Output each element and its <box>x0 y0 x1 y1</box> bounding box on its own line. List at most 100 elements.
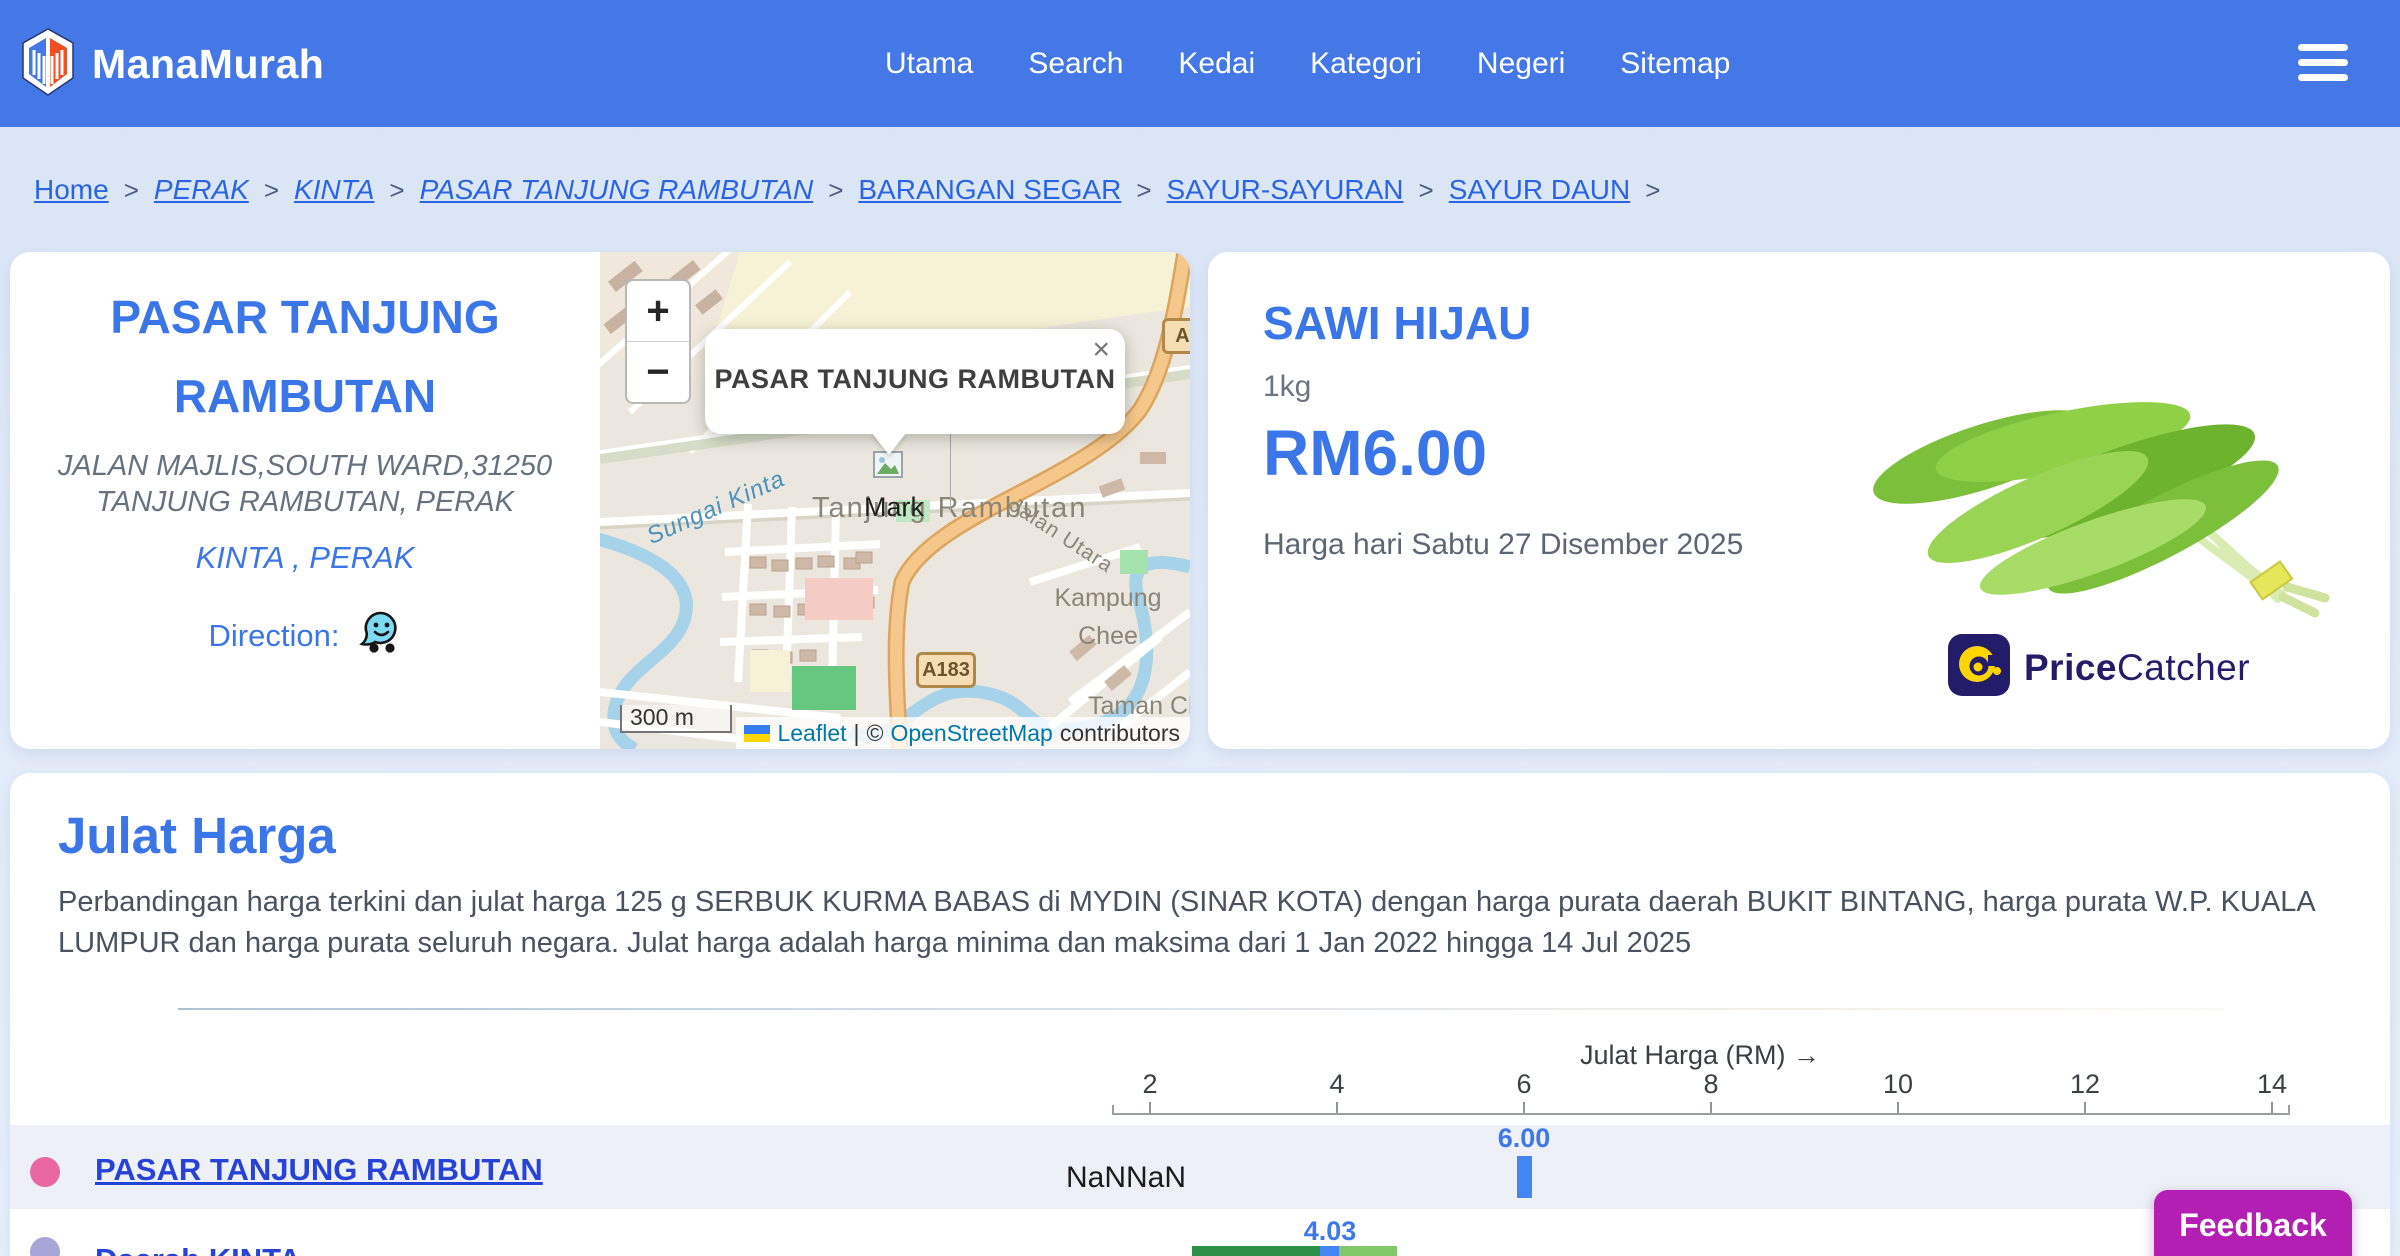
breadcrumb-home[interactable]: Home <box>34 174 109 206</box>
row1-value-label: 6.00 <box>1497 1123 1551 1153</box>
chart-axis-label: Julat Harga (RM) → <box>1579 1040 1821 1070</box>
copyright-symbol: © <box>866 719 884 746</box>
popup-close-icon[interactable]: × <box>1092 335 1110 365</box>
nav-item-sitemap[interactable]: Sitemap <box>1620 47 1730 81</box>
waze-icon[interactable] <box>355 610 401 662</box>
state-link[interactable]: PERAK <box>309 540 414 575</box>
row2-value-label: 4.03 <box>1303 1216 1357 1246</box>
section-description: Perbandingan harga terkini dan julat har… <box>58 886 2315 960</box>
range-bar-average-marker <box>1320 1246 1339 1256</box>
tick-label-2: 2 <box>1142 1069 1158 1099</box>
breadcrumb-separator: > <box>1136 174 1152 205</box>
nav-links: Utama Search Kedai Kategori Negeri Sitem… <box>885 0 1730 127</box>
direction-label: Direction: <box>208 618 340 653</box>
row2-district-link[interactable]: Daerah KINTA <box>95 1242 301 1256</box>
market-title: PASAR TANJUNG RAMBUTAN <box>110 291 500 423</box>
tick-mark <box>1710 1102 1712 1113</box>
section-heading: Julat Harga <box>58 807 336 864</box>
marker-shadow-edge <box>950 432 951 512</box>
breadcrumb-separator: > <box>123 174 139 205</box>
map-attribution: Leaflet | © OpenStreetMap contributors <box>736 717 1190 749</box>
breadcrumb-separator: > <box>1418 174 1434 205</box>
tick-label-6: 6 <box>1516 1069 1532 1099</box>
district-link[interactable]: KINTA <box>196 540 284 575</box>
product-price: RM6.00 <box>1263 417 1488 489</box>
market-district-line: KINTA , PERAK <box>10 540 600 576</box>
nav-item-utama[interactable]: Utama <box>885 47 973 81</box>
row1-market-link[interactable]: PASAR TANJUNG RAMBUTAN <box>95 1152 543 1188</box>
tick-mark <box>1523 1102 1525 1113</box>
breadcrumb-separator: > <box>828 174 844 205</box>
manamurah-logo-icon <box>22 28 74 101</box>
row1-dot <box>30 1157 60 1187</box>
attribution-suffix: contributors <box>1059 719 1180 746</box>
breadcrumb-pasar[interactable]: PASAR TANJUNG RAMBUTAN <box>420 174 814 206</box>
tick-mark <box>1149 1102 1151 1113</box>
direction-row: Direction: <box>10 610 600 662</box>
breadcrumb-sayur-sayuran[interactable]: SAYUR-SAYURAN <box>1167 174 1404 206</box>
district-comma: , <box>292 540 301 575</box>
hamburger-menu-icon[interactable] <box>2298 44 2348 81</box>
tick-mark <box>2084 1102 2086 1113</box>
breadcrumb-separator: > <box>1645 174 1661 205</box>
map-popup-title: PASAR TANJUNG RAMBUTAN <box>714 364 1116 394</box>
attribution-divider: | <box>853 719 860 746</box>
map-popup: PASAR TANJUNG RAMBUTAN × <box>705 329 1125 434</box>
range-bar-min-segment <box>1192 1246 1320 1256</box>
nav-item-kategori[interactable]: Kategori <box>1310 47 1422 81</box>
map[interactable]: Sungai Kinta Tanjung Rambutan Jalan Utar… <box>600 252 1190 749</box>
pricecatcher-logo-icon <box>1948 634 2010 701</box>
page: ManaMurah Utama Search Kedai Kategori Ne… <box>0 0 2400 1256</box>
nav-item-kedai[interactable]: Kedai <box>1178 47 1255 81</box>
product-card: SAWI HIJAU 1kg RM6.00 Harga hari Sabtu 2… <box>1208 252 2390 749</box>
tick-mark <box>1897 1102 1899 1113</box>
product-image-sawi-hijau <box>1863 387 2333 637</box>
breadcrumb-kinta[interactable]: KINTA <box>294 174 374 206</box>
row1-price-marker-bar <box>1517 1156 1532 1198</box>
product-price-date: Harga hari Sabtu 27 Disember 2025 <box>1263 528 1744 561</box>
breadcrumb-separator: > <box>263 174 280 205</box>
tick-label-12: 12 <box>2069 1069 2101 1099</box>
section-divider <box>178 1008 2224 1010</box>
axis-end-cap <box>1112 1105 1114 1113</box>
tick-label-10: 10 <box>1882 1069 1914 1099</box>
openstreetmap-link[interactable]: OpenStreetMap <box>890 720 1052 747</box>
tick-mark <box>2271 1102 2273 1113</box>
ukraine-flag-icon <box>744 724 771 742</box>
pricecatcher-logo: PriceCatcher <box>1948 634 2250 701</box>
map-route-shield-a183: A183 <box>916 652 976 688</box>
marker-alt-text: Mark <box>864 492 924 522</box>
market-info: PASAR TANJUNG RAMBUTAN JALAN MAJLIS,SOUT… <box>10 252 600 749</box>
tick-label-4: 4 <box>1329 1069 1345 1099</box>
zoom-in-button[interactable]: + <box>627 281 689 341</box>
map-zoom-control: + − <box>625 279 691 404</box>
leaflet-link[interactable]: Leaflet <box>777 720 846 747</box>
breadcrumb-separator: > <box>389 174 405 205</box>
market-card: PASAR TANJUNG RAMBUTAN JALAN MAJLIS,SOUT… <box>10 252 1190 749</box>
navbar: ManaMurah Utama Search Kedai Kategori Ne… <box>0 0 2400 127</box>
row2-range-bar <box>1192 1246 1397 1256</box>
nav-item-search[interactable]: Search <box>1028 47 1123 81</box>
product-name: SAWI HIJAU <box>1263 297 1532 349</box>
zoom-out-button[interactable]: − <box>627 342 689 402</box>
map-scale-bar: 300 m <box>620 705 732 733</box>
map-label-kampung-chee: Kampung Chee <box>1054 584 1162 650</box>
market-address: JALAN MAJLIS,SOUTH WARD,31250 TANJUNG RA… <box>57 450 553 519</box>
popup-caret <box>872 433 906 455</box>
brand-name: ManaMurah <box>92 41 325 87</box>
map-route-shield-a1-partial: A1 <box>1162 318 1190 354</box>
pricecatcher-logo-text: PriceCatcher <box>2024 646 2251 688</box>
product-unit: 1kg <box>1263 370 1312 403</box>
range-bar-max-segment <box>1339 1246 1397 1256</box>
brand[interactable]: ManaMurah <box>22 28 324 101</box>
breadcrumb-perak[interactable]: PERAK <box>154 174 249 206</box>
breadcrumb-sayur-daun[interactable]: SAYUR DAUN <box>1449 174 1631 206</box>
map-marker-broken-image-icon[interactable] <box>872 450 904 485</box>
nav-item-negeri[interactable]: Negeri <box>1477 47 1565 81</box>
tick-mark <box>1336 1102 1338 1113</box>
feedback-button[interactable]: Feedback <box>2154 1190 2352 1256</box>
chart-axis-line <box>1112 1113 2290 1115</box>
breadcrumb: Home > PERAK > KINTA > PASAR TANJUNG RAM… <box>34 174 1660 206</box>
breadcrumb-barangan-segar[interactable]: BARANGAN SEGAR <box>858 174 1121 206</box>
row1-range-label: NaNNaN <box>1066 1161 1187 1194</box>
